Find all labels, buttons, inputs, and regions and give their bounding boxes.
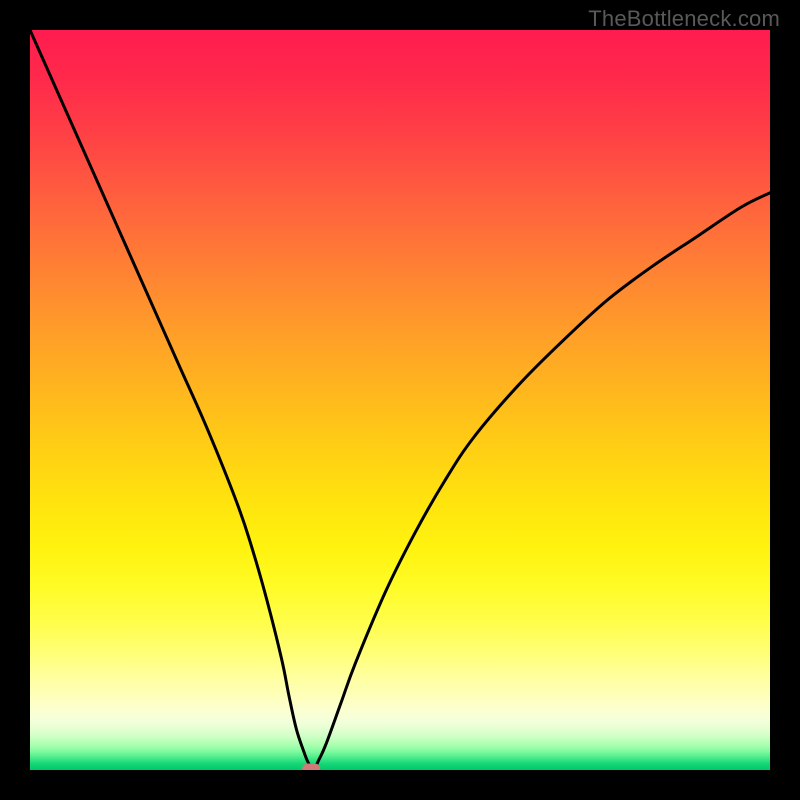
plot-area [30,30,770,770]
watermark-text: TheBottleneck.com [588,6,780,32]
chart-svg [30,30,770,770]
gradient-background [30,30,770,770]
chart-frame: TheBottleneck.com [0,0,800,800]
optimal-marker [302,764,320,771]
